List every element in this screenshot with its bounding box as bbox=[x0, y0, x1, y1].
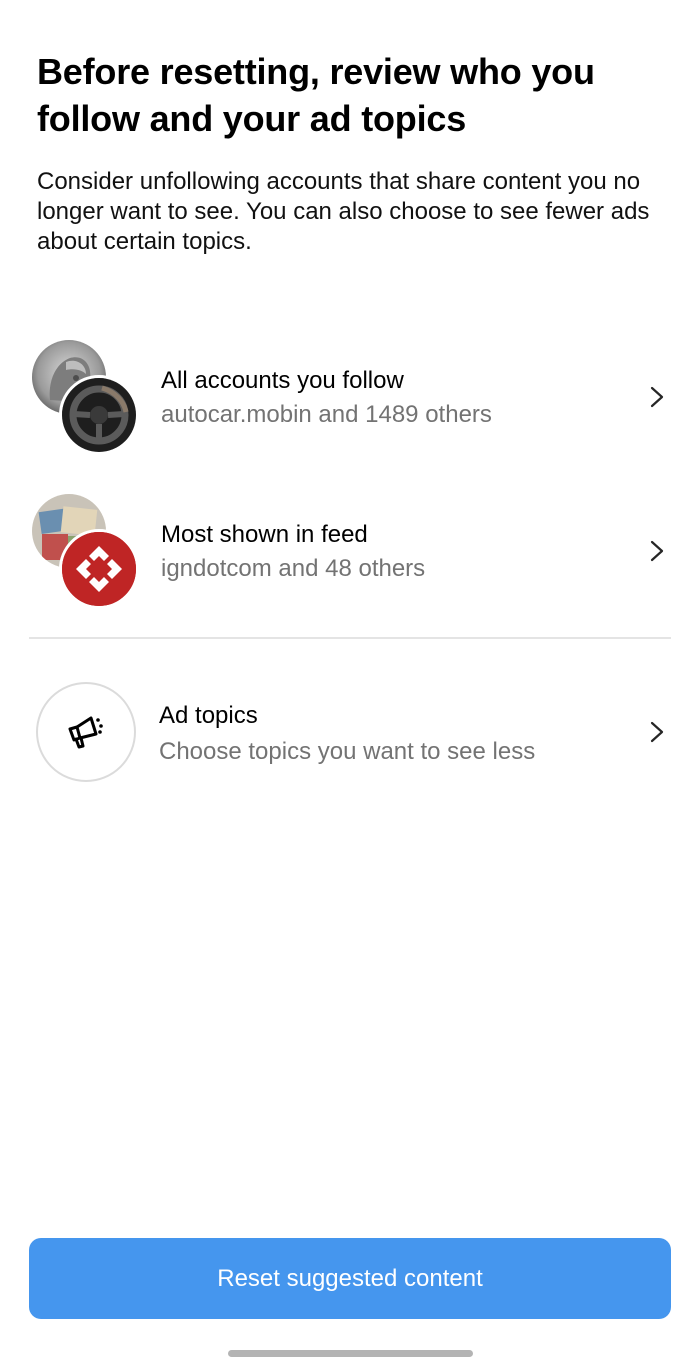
all-accounts-you-follow-row[interactable]: All accounts you follow autocar.mobin an… bbox=[0, 338, 700, 458]
page-description: Consider unfollowing accounts that share… bbox=[37, 168, 650, 255]
ad-topics-text: Ad topics Choose topics you want to see … bbox=[159, 701, 535, 767]
row-subtitle: Choose topics you want to see less bbox=[159, 738, 536, 765]
avatar-ign-logo bbox=[59, 529, 139, 609]
row-subtitle: igndotcom and 48 others bbox=[161, 555, 426, 582]
row-title: All accounts you follow bbox=[161, 367, 404, 394]
reset-suggested-content-button[interactable]: Reset suggested content bbox=[29, 1238, 671, 1319]
row-title: Most shown in feed bbox=[161, 521, 368, 548]
most-shown-in-feed-row[interactable]: Most shown in feed igndotcom and 48 othe… bbox=[0, 492, 700, 612]
row-title: Ad topics bbox=[159, 702, 258, 729]
most-shown-text: Most shown in feed igndotcom and 48 othe… bbox=[161, 520, 425, 584]
home-indicator[interactable] bbox=[228, 1350, 473, 1357]
chevron-right-icon bbox=[650, 540, 664, 562]
avatar-steering-wheel bbox=[59, 375, 139, 455]
chevron-right-icon bbox=[650, 721, 664, 743]
megaphone-icon bbox=[68, 716, 103, 749]
most-shown-avatar-stack bbox=[32, 494, 142, 610]
following-avatar-stack bbox=[32, 340, 142, 456]
row-subtitle: autocar.mobin and 1489 others bbox=[161, 401, 492, 428]
chevron-right-icon bbox=[650, 386, 664, 408]
ad-topics-row[interactable]: Ad topics Choose topics you want to see … bbox=[0, 672, 700, 792]
ad-topics-icon-circle bbox=[36, 682, 136, 782]
all-accounts-text: All accounts you follow autocar.mobin an… bbox=[161, 366, 492, 430]
page-title: Before resetting, review who you follow … bbox=[37, 51, 595, 139]
section-divider bbox=[29, 637, 671, 639]
